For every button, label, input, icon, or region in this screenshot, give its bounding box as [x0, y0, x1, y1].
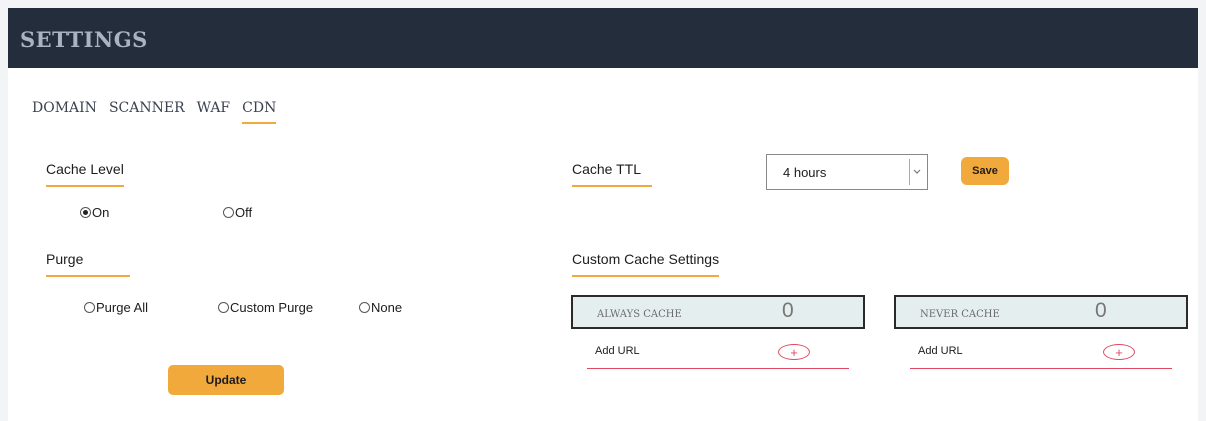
- save-button[interactable]: Save: [961, 157, 1009, 185]
- purge-label: Purge: [46, 251, 130, 277]
- radio-unchecked-icon: [218, 302, 229, 313]
- radio-label: Custom Purge: [230, 300, 314, 315]
- radio-unchecked-icon: [223, 207, 234, 218]
- cache-level-on-radio[interactable]: On: [80, 205, 109, 220]
- never-cache-box: NEVER CACHE 0: [894, 295, 1188, 329]
- tab-cdn[interactable]: CDN: [242, 100, 277, 124]
- cache-level-off-radio[interactable]: Off: [223, 205, 252, 220]
- always-cache-box: ALWAYS CACHE 0: [571, 295, 865, 329]
- radio-label: Purge All: [96, 300, 149, 315]
- never-cache-label: NEVER CACHE: [920, 309, 1000, 320]
- chevron-down-icon: [909, 159, 923, 185]
- never-cache-add-row: Add URL +: [910, 342, 1172, 369]
- always-cache-label: ALWAYS CACHE: [597, 309, 682, 320]
- custom-purge-radio[interactable]: Custom Purge: [218, 300, 313, 315]
- radio-unchecked-icon: [84, 302, 95, 313]
- radio-unchecked-icon: [359, 302, 370, 313]
- cache-ttl-value: 4 hours: [783, 164, 827, 180]
- never-cache-add-label: Add URL: [918, 345, 963, 357]
- always-cache-add-row: Add URL +: [587, 342, 849, 369]
- cache-ttl-select[interactable]: 4 hours: [766, 154, 928, 190]
- always-cache-count: 0: [782, 299, 794, 322]
- radio-checked-icon: [80, 207, 91, 218]
- tab-domain[interactable]: DOMAIN: [32, 100, 97, 124]
- settings-tabs: DOMAIN SCANNER WAF CDN: [32, 100, 277, 124]
- custom-cache-settings-label: Custom Cache Settings: [572, 251, 720, 277]
- cache-level-label: Cache Level: [46, 161, 124, 187]
- purge-none-radio[interactable]: None: [359, 300, 402, 315]
- tab-scanner[interactable]: SCANNER: [109, 100, 185, 124]
- radio-label: On: [92, 205, 110, 220]
- update-button[interactable]: Update: [168, 365, 284, 395]
- add-url-icon[interactable]: +: [1103, 344, 1135, 360]
- page-title: SETTINGS: [20, 27, 148, 52]
- add-url-icon[interactable]: +: [778, 344, 810, 360]
- settings-header: SETTINGS: [8, 8, 1198, 68]
- purge-all-radio[interactable]: Purge All: [84, 300, 148, 315]
- radio-label: Off: [235, 205, 253, 220]
- always-cache-add-label: Add URL: [595, 345, 640, 357]
- settings-panel: SETTINGS DOMAIN SCANNER WAF CDN Cache Le…: [8, 8, 1198, 421]
- never-cache-count: 0: [1095, 299, 1107, 322]
- radio-label: None: [371, 300, 403, 315]
- cache-ttl-label: Cache TTL: [572, 161, 652, 187]
- tab-waf[interactable]: WAF: [197, 100, 231, 124]
